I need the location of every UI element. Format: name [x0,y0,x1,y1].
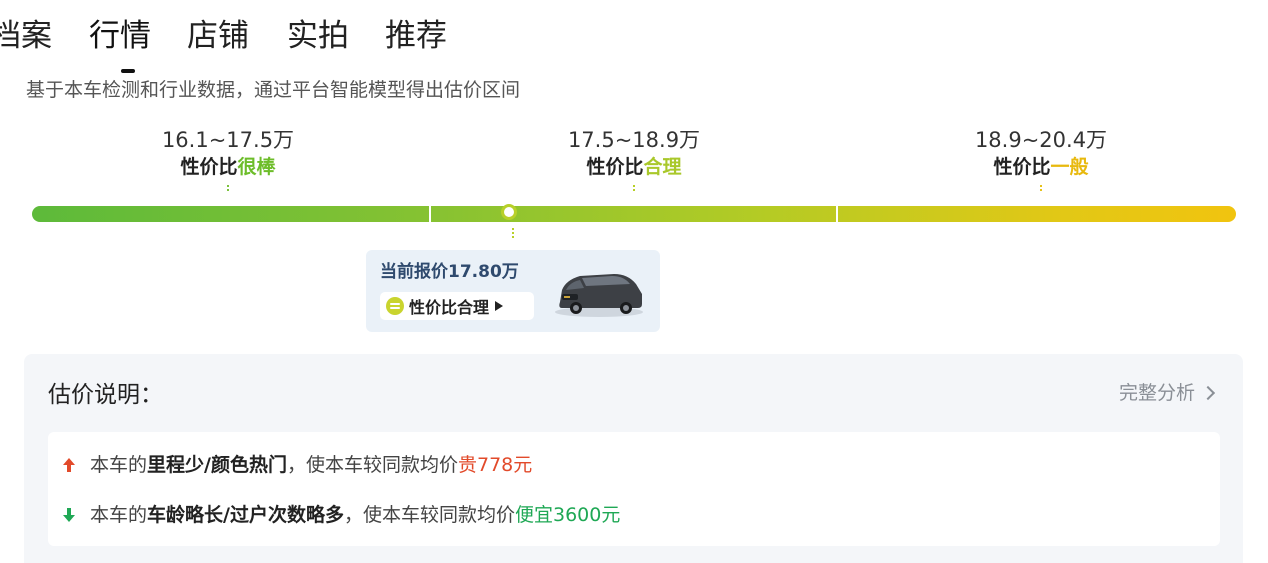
explanation-title: 估价说明： [48,382,163,408]
verdict-word: 合理 [643,156,682,178]
reason-middle: ，使本车较同款均价 [343,504,515,526]
verdict-prefix: 性价比 [586,156,644,178]
verdict-word: 很棒 [237,156,276,178]
range-price: 18.9~20.4万 [974,128,1108,152]
reason-item-decrease: 本车的 车龄略长/过户次数略多 ，使本车较同款均价 便宜3600元 [62,502,620,528]
tab-recommend[interactable]: 推荐 [385,14,447,58]
verdict-prefix: 性价比 [180,156,238,178]
price-delta-up: 贵778元 [457,454,533,476]
range-price: 17.5~18.9万 [567,128,701,152]
verdict-word: 一般 [1050,156,1089,178]
tab-photos[interactable]: 实拍 [287,14,349,58]
price-range-average: 18.9~20.4万 性价比一般 [921,126,1161,193]
range-dotted-marker [633,185,635,193]
valuation-description: 基于本车检测和行业数据，通过平台智能模型得出估价区间 [26,79,521,101]
arrow-down-icon [63,508,75,522]
active-tab-indicator [121,69,135,73]
range-dotted-marker [227,185,229,193]
marker-dotted-line [512,228,514,240]
range-verdict: 性价比合理 [514,154,754,180]
current-price-card: 当前报价17.80万 性价比合理 [366,250,660,332]
car-thumbnail [555,274,643,317]
full-analysis-link[interactable]: 完整分析 [1118,380,1216,406]
range-verdict: 性价比一般 [921,154,1161,180]
verdict-prefix: 性价比 [993,156,1051,178]
value-rating-button[interactable]: 性价比合理 [380,292,534,320]
reason-highlight: 里程少/颜色热门 [147,454,287,476]
play-arrow-icon [495,301,504,311]
equal-icon [386,297,404,315]
valuation-explanation-panel: 估价说明： 完整分析 本车的 里程少/颜色热门 ，使本车较同款均价 贵778元 本车的… [24,354,1243,563]
tab-store[interactable]: 店铺 [187,14,249,58]
tab-archive[interactable]: 档案 [0,14,52,58]
range-verdict: 性价比很棒 [108,154,348,180]
arrow-up-icon [63,458,75,472]
chevron-right-icon [1200,385,1216,401]
reason-prefix: 本车的 [90,454,148,476]
full-analysis-label: 完整分析 [1118,382,1195,404]
reason-list: 本车的 里程少/颜色热门 ，使本车较同款均价 贵778元 本车的 车龄略长/过户次数略多… [48,432,1220,546]
value-rating-label: 性价比合理 [409,298,490,317]
range-separator [429,206,431,222]
price-delta-down: 便宜3600元 [514,504,621,526]
reason-prefix: 本车的 [90,504,148,526]
price-range-bar [32,206,1236,222]
current-price-label: 当前报价17.80万 [380,262,519,282]
reason-item-increase: 本车的 里程少/颜色热门 ，使本车较同款均价 贵778元 [62,452,532,478]
current-price-marker [501,204,517,220]
price-analysis-page: 档案 行情 店铺 实拍 推荐 基于本车检测和行业数据，通过平台智能模型得出估价区… [0,0,1268,563]
tab-market[interactable]: 行情 [89,14,151,58]
range-dotted-marker [1040,185,1042,193]
price-range-great: 16.1~17.5万 性价比很棒 [108,126,348,193]
reason-middle: ，使本车较同款均价 [286,454,458,476]
range-price: 16.1~17.5万 [161,128,295,152]
range-separator [836,206,838,222]
price-range-fair: 17.5~18.9万 性价比合理 [514,126,754,193]
reason-highlight: 车龄略长/过户次数略多 [147,504,344,526]
